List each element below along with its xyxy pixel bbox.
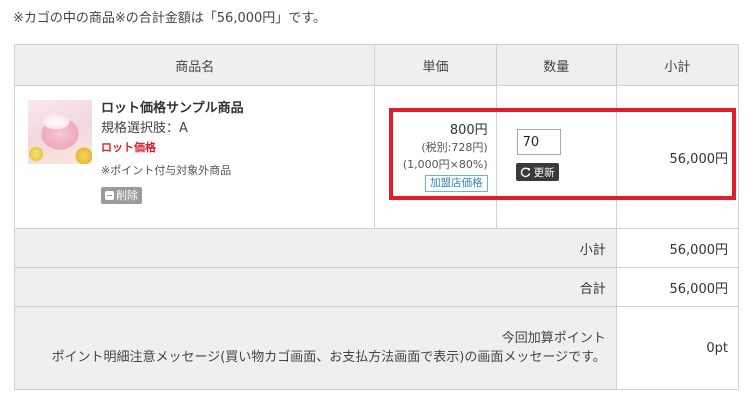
product-thumbnail[interactable] (28, 100, 92, 164)
header-subtotal: 小計 (615, 44, 740, 86)
header-product-name: 商品名 (13, 44, 376, 86)
table-row: ロット価格サンプル商品 規格選択肢：A ロット価格 ※ポイント付与対象外商品 削… (13, 85, 740, 229)
delete-button[interactable]: 削除 (101, 187, 142, 204)
points-message: ポイント明細注意メッセージ(買い物カゴ画面、お支払方法画面で表示)の画面メッセー… (51, 350, 606, 365)
total-label: 合計 (14, 267, 617, 307)
points-row: 今回加算ポイント ポイント明細注意メッセージ(買い物カゴ画面、お支払方法画面で表… (14, 306, 740, 390)
points-label-cell: 今回加算ポイント ポイント明細注意メッセージ(買い物カゴ画面、お支払方法画面で表… (14, 306, 617, 390)
update-button[interactable]: 更新 (515, 163, 559, 181)
unit-price-calc: (1,000円×80%) (402, 157, 488, 171)
header-quantity: 数量 (495, 44, 617, 86)
table-header-row: 商品名 単価 数量 小計 (13, 44, 740, 86)
cart-summary-text: ※カゴの中の商品※の合計金額は「56,000円」です。 (13, 7, 326, 26)
product-title[interactable]: ロット価格サンプル商品 (101, 100, 244, 118)
unit-price-cell: 800円 (税別:728円) (1,000円×80%) 加盟店価格 (374, 85, 497, 229)
subtotal-row: 小計 56,000円 (14, 228, 740, 268)
points-value: 0pt (615, 306, 740, 390)
points-label: 今回加算ポイント (501, 331, 606, 346)
lot-price-label: ロット価格 (101, 141, 156, 154)
header-unit-price: 単価 (374, 44, 497, 86)
product-spec: 規格選択肢：A (101, 121, 188, 136)
quantity-cell: 更新 (495, 85, 617, 229)
delete-button-label: 削除 (116, 188, 138, 202)
cart-table: 商品名 単価 数量 小計 ロット価格サンプル商品 規格選択肢：A ロット価格 ※… (13, 44, 740, 390)
unit-price: 800円 (449, 122, 488, 138)
point-note: ※ポイント付与対象外商品 (101, 164, 232, 177)
item-subtotal: 56,000円 (615, 85, 740, 229)
unit-price-tax: (税別:728円) (421, 140, 488, 154)
product-info: ロット価格サンプル商品 規格選択肢：A ロット価格 ※ポイント付与対象外商品 削… (101, 100, 244, 206)
cart-summary-label: ※カゴの中の商品※の合計金額は「56,000円」です。 (13, 11, 326, 26)
product-cell: ロット価格サンプル商品 規格選択肢：A ロット価格 ※ポイント付与対象外商品 削… (13, 85, 376, 229)
subtotal-label: 小計 (14, 228, 617, 268)
minus-icon (105, 191, 114, 200)
subtotal-value: 56,000円 (615, 228, 740, 268)
total-row: 合計 56,000円 (14, 267, 740, 307)
quantity-input[interactable] (516, 129, 561, 155)
member-price-badge: 加盟店価格 (425, 174, 488, 192)
refresh-icon (520, 167, 530, 177)
total-value: 56,000円 (615, 267, 740, 307)
update-button-label: 更新 (533, 166, 555, 179)
